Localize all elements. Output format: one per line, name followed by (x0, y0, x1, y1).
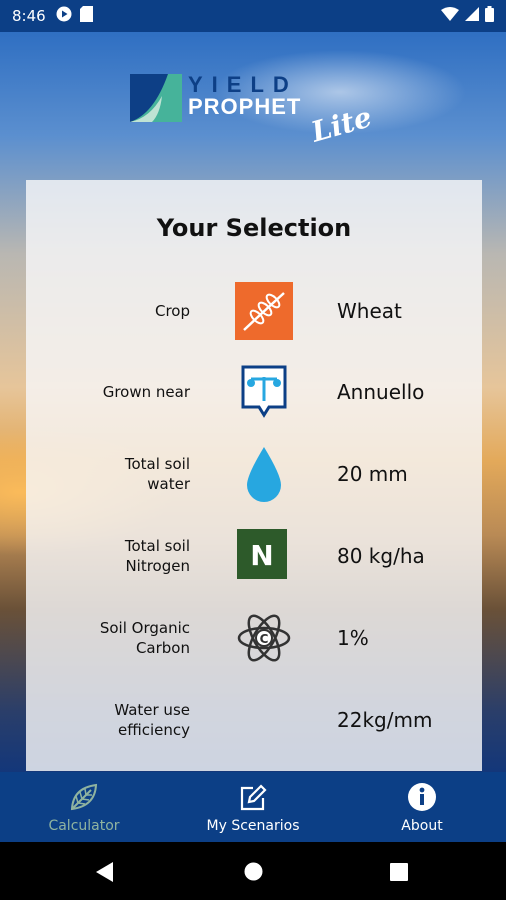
leaf-icon (70, 783, 98, 811)
logo-mark-icon (130, 74, 182, 122)
row-label: Total soil Nitrogen (124, 537, 190, 575)
row-value: Wheat (337, 299, 402, 323)
nitrogen-icon-letter: N (250, 539, 273, 572)
recents-icon[interactable] (390, 863, 408, 881)
status-bar: 8:46 (0, 0, 506, 32)
battery-icon (485, 6, 494, 26)
info-icon (408, 783, 436, 811)
row-crop: Crop Wheat (26, 276, 482, 346)
row-soil-organic-carbon: Soil Organic Carbon C 1% (26, 603, 482, 673)
status-time: 8:46 (12, 7, 46, 25)
row-value: 80 kg/ha (337, 544, 425, 568)
back-icon[interactable] (96, 862, 114, 882)
row-label: Soil Organic Carbon (99, 619, 190, 657)
row-label: Crop (154, 302, 190, 320)
selection-card: Your Selection Crop Wheat Grown near Ann… (26, 180, 482, 771)
logo-text-yield: YIELD (188, 72, 298, 97)
row-label: Grown near (102, 383, 190, 401)
sd-card-icon (79, 6, 93, 26)
signal-icon (465, 7, 479, 25)
row-label: Total soil water (124, 455, 190, 493)
logo-text-lite: Lite (307, 100, 376, 149)
nav-about[interactable]: About (382, 772, 462, 842)
logo-text-prophet: PROPHET (188, 94, 302, 119)
system-nav-bar (0, 842, 506, 900)
row-label: Water use efficiency (114, 701, 190, 739)
nav-my-scenarios-label: My Scenarios (206, 818, 300, 834)
row-grown-near: Grown near Annuello (26, 357, 482, 427)
water-drop-icon (247, 447, 281, 502)
row-value: 22kg/mm (337, 708, 433, 732)
wifi-icon (441, 7, 459, 25)
row-water-use-efficiency: Water use efficiency 22kg/mm (26, 685, 482, 755)
nav-my-scenarios[interactable]: My Scenarios (193, 772, 313, 842)
nav-calculator-label: Calculator (48, 818, 120, 834)
wheat-icon (235, 282, 293, 340)
card-title: Your Selection (156, 214, 352, 242)
row-value: 20 mm (337, 462, 408, 486)
carbon-atom-icon: C (237, 614, 291, 662)
nitrogen-icon: N (237, 529, 287, 579)
row-total-soil-nitrogen: Total soil Nitrogen N 80 kg/ha (26, 521, 482, 591)
weather-station-icon (241, 365, 287, 418)
row-value: Annuello (337, 380, 425, 404)
home-icon[interactable] (244, 862, 263, 881)
nav-calculator[interactable]: Calculator (30, 772, 138, 842)
carbon-icon-letter: C (260, 632, 269, 646)
nav-about-label: About (401, 818, 443, 834)
row-total-soil-water: Total soil water 20 mm (26, 439, 482, 509)
play-protect-icon (56, 6, 72, 26)
row-value: 1% (337, 626, 369, 650)
edit-icon (240, 784, 267, 811)
bottom-nav: Calculator My Scenarios About (0, 772, 506, 842)
yield-prophet-logo: YIELD PROPHET Lite (128, 72, 378, 154)
